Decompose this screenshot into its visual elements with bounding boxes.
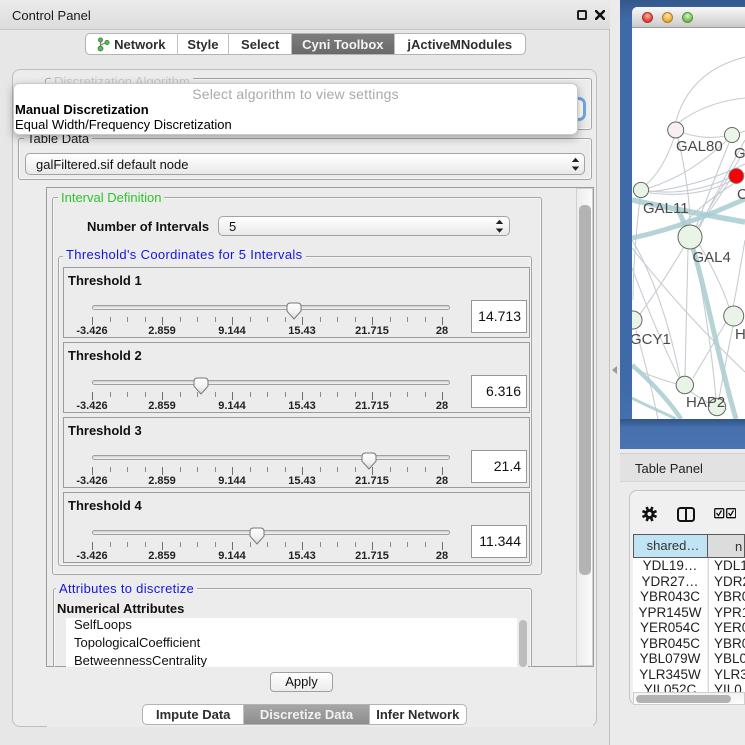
svg-text:GAL80: GAL80 [676,138,723,155]
svg-text:HAP2: HAP2 [686,394,725,411]
svg-text:CY: CY [737,186,745,203]
svg-text:GCY1: GCY1 [632,331,671,348]
svg-text:GA: GA [734,145,745,162]
svg-text:HI: HI [735,326,745,343]
svg-text:GAL11: GAL11 [643,200,689,217]
svg-text:GAL4: GAL4 [693,249,731,266]
